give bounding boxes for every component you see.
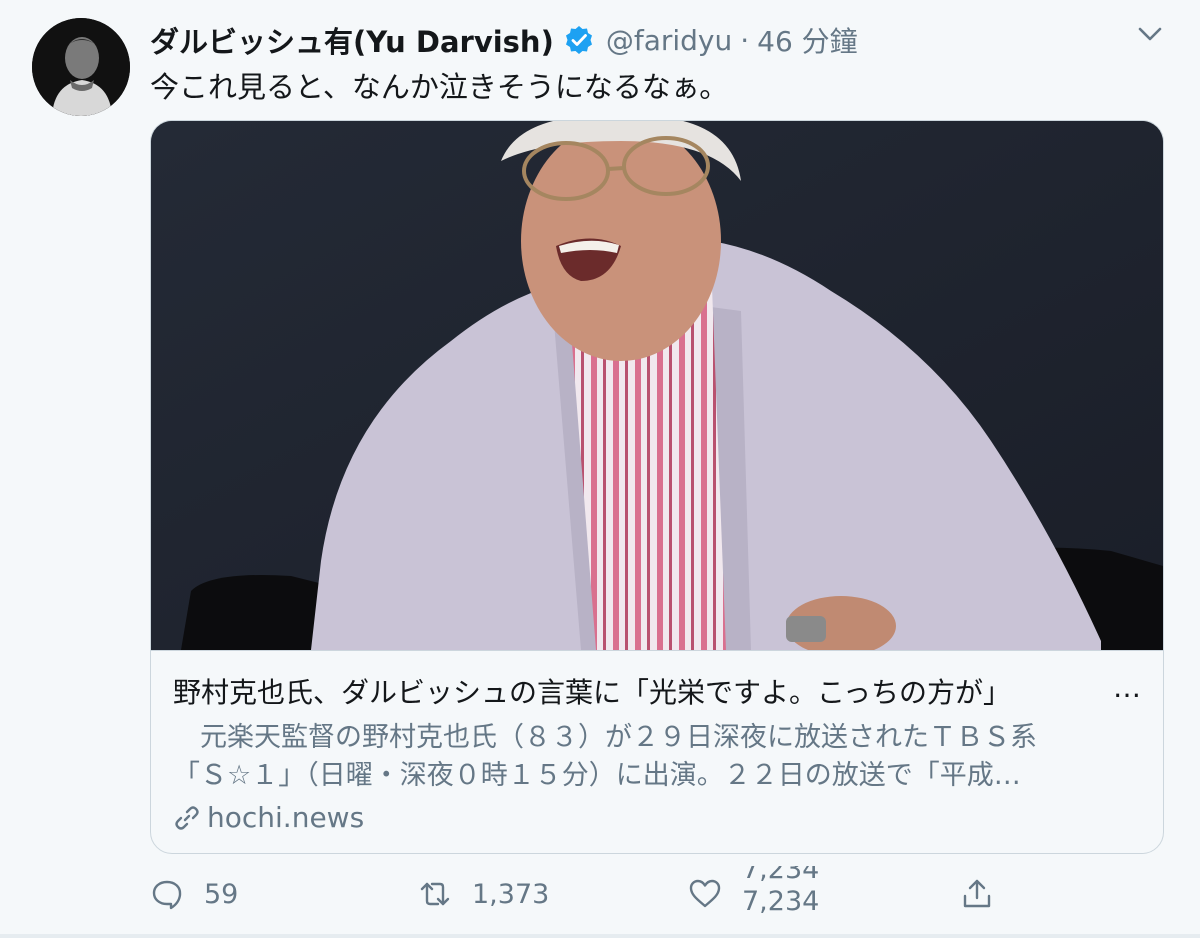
- card-title-ellipsis: …: [1113, 671, 1141, 704]
- card-description-line-2: 「Ｓ☆１」（日曜・深夜０時１５分）に出演。２２日の放送で「平成…: [173, 760, 1021, 791]
- tweet-actions: 59 1,373 7,234 7,234: [150, 862, 1010, 926]
- man-in-jacket-photo: [151, 121, 1163, 650]
- reply-button[interactable]: 59: [150, 862, 238, 926]
- card-domain: hochi.news: [207, 801, 365, 834]
- share-button[interactable]: [960, 862, 1014, 926]
- retweet-button[interactable]: 1,373: [418, 862, 549, 926]
- share-icon: [963, 879, 991, 908]
- verified-badge-icon: [564, 25, 594, 55]
- bottom-divider: [0, 934, 1200, 938]
- header-separator: ·: [740, 23, 750, 57]
- reply-count: 59: [204, 878, 239, 910]
- author-name[interactable]: ダルビッシュ有(Yu Darvish): [150, 19, 554, 61]
- card-description-line-1: 元楽天監督の野村克也氏（８３）が２９日深夜に放送されたＴＢＳ系: [173, 722, 1037, 753]
- card-domain-row: hochi.news: [173, 801, 1141, 834]
- card-image[interactable]: [151, 121, 1163, 650]
- author-handle[interactable]: @faridyu: [606, 24, 732, 57]
- heart-icon: [689, 879, 721, 908]
- card-description: 元楽天監督の野村克也氏（８３）が２９日深夜に放送されたＴＢＳ系 「Ｓ☆１」（日曜…: [173, 719, 1141, 795]
- link-icon: [173, 804, 201, 832]
- card-title: 野村克也氏、ダルビッシュの言葉に「光栄ですよ。こっちの方が」: [173, 676, 1012, 709]
- tweet-text: 今これ見ると、なんか泣きそうになるなぁ。: [150, 70, 729, 104]
- retweet-icon: [420, 882, 450, 906]
- reply-icon: [152, 880, 182, 910]
- chevron-down-icon[interactable]: [1134, 20, 1166, 48]
- like-count-previous: 7,234: [742, 862, 820, 885]
- link-preview-card[interactable]: 野村克也氏、ダルビッシュの言葉に「光栄ですよ。こっちの方が」 … 元楽天監督の野…: [150, 120, 1164, 854]
- like-count-ticker: 7,234 7,234: [742, 862, 832, 926]
- card-body[interactable]: 野村克也氏、ダルビッシュの言葉に「光栄ですよ。こっちの方が」 … 元楽天監督の野…: [151, 650, 1163, 853]
- retweet-count: 1,373: [472, 878, 550, 910]
- tweet[interactable]: ダルビッシュ有(Yu Darvish) @faridyu · 46 分鐘 今これ…: [0, 0, 1200, 938]
- card-title-row: 野村克也氏、ダルビッシュの言葉に「光栄ですよ。こっちの方が」 …: [173, 671, 1141, 711]
- avatar-photo: [32, 18, 130, 116]
- like-button[interactable]: 7,234 7,234: [688, 862, 832, 926]
- tweet-header: ダルビッシュ有(Yu Darvish) @faridyu · 46 分鐘: [150, 20, 858, 60]
- avatar[interactable]: [32, 18, 130, 116]
- like-count: 7,234: [742, 886, 820, 917]
- tweet-time[interactable]: 46 分鐘: [757, 20, 858, 60]
